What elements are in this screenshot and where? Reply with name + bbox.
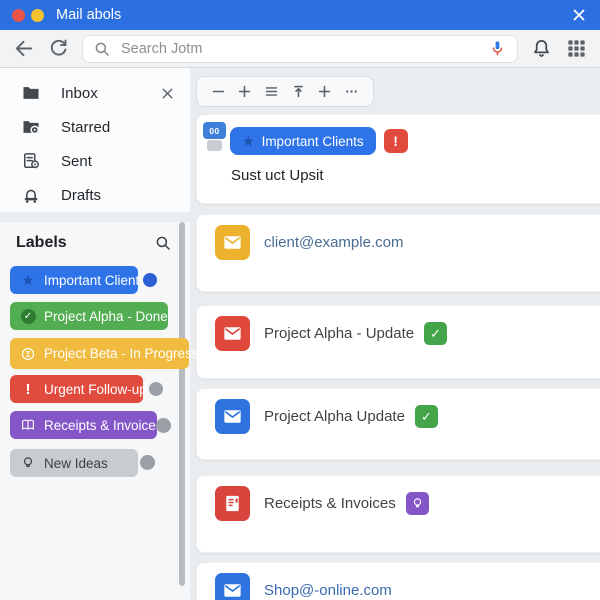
move-to-top-icon[interactable] [290, 83, 307, 100]
content-area: Inbox Starred [0, 68, 600, 600]
window-control-minimize-dot[interactable] [31, 9, 44, 22]
sidebar-item-label: Sent [61, 153, 176, 170]
browser-toolbar [0, 30, 600, 68]
mail-row-text: Receipts & Invoices [264, 486, 396, 521]
search-bar[interactable] [82, 35, 518, 63]
label-chip-important-clients[interactable]: ★ Important Clients [10, 266, 138, 294]
sidebar-item-label: Starred [61, 119, 176, 136]
microphone-icon[interactable] [488, 39, 507, 58]
sidebar-item-label: Inbox [61, 85, 159, 102]
drafts-icon [21, 185, 41, 205]
zoom-out-minus-icon[interactable] [210, 83, 227, 100]
label-chip-project-beta-in-progress[interactable]: Project Beta - In Progress [10, 338, 189, 369]
mail-row[interactable]: Project Alpha - Update ✓ [196, 305, 600, 379]
mail-row-text: Project Alpha - Update [264, 316, 414, 351]
idea-bulb-badge[interactable] [406, 492, 429, 515]
labels-panel: Labels ★ Important Clients ✓ Project Alp… [0, 222, 190, 600]
search-input[interactable] [119, 40, 480, 58]
mail-row[interactable]: Shop@-online.com [196, 562, 600, 600]
folders-panel: Inbox Starred [0, 68, 190, 212]
star-icon: ★ [242, 134, 255, 148]
urgent-alert-badge[interactable]: ! [384, 129, 408, 153]
mail-row[interactable]: client@example.com [196, 214, 600, 292]
in-progress-icon [20, 346, 36, 362]
labels-search-icon[interactable] [154, 234, 172, 252]
list-view-icon[interactable] [263, 83, 280, 100]
label-dot-gray[interactable] [140, 455, 155, 470]
labels-heading: Labels [16, 234, 67, 252]
envelope-icon [215, 573, 250, 600]
sticker-badge[interactable]: 00 [203, 122, 226, 139]
search-icon [93, 40, 111, 58]
mail-row[interactable]: Receipts & Invoices [196, 475, 600, 553]
label-chip-text: Urgent Follow-up [44, 382, 147, 397]
mail-label-chip-important-clients[interactable]: ★ Important Clients [230, 127, 376, 155]
label-dot-gray[interactable] [149, 382, 163, 396]
mail-label-chip-text: Important Clients [262, 134, 364, 149]
mail-row-text: Project Alpha Update [264, 399, 405, 434]
mail-list: 00 ★ Important Clients ! Sust uct Upsit … [190, 68, 600, 600]
star-icon: ★ [20, 272, 36, 288]
envelope-icon [215, 316, 250, 351]
folder-icon [21, 83, 41, 103]
label-dot-gray[interactable] [156, 418, 171, 433]
mail-card-featured[interactable]: 00 ★ Important Clients ! Sust uct Upsit [196, 114, 600, 204]
sidebar-item-label: Drafts [61, 187, 176, 204]
reload-icon[interactable] [47, 37, 70, 60]
mail-app-window: Mail abols [0, 0, 600, 600]
mail-subject: Sust uct Upsit [231, 167, 324, 184]
label-chip-new-ideas[interactable]: New Ideas [10, 449, 138, 477]
window-control-close-dot[interactable] [12, 9, 25, 22]
exclamation-icon: ! [20, 381, 36, 397]
label-dot-blue[interactable] [143, 273, 157, 287]
sidebar: Inbox Starred [0, 68, 190, 600]
sticker-shadow [207, 140, 222, 151]
sidebar-item-drafts[interactable]: Drafts [0, 178, 190, 212]
label-chip-urgent-follow-up[interactable]: ! Urgent Follow-up [10, 375, 143, 403]
sidebar-scrollbar[interactable] [179, 222, 185, 586]
label-chip-text: Important Clients [44, 273, 146, 288]
notifications-bell-icon[interactable] [530, 37, 553, 60]
more-options-icon[interactable] [343, 83, 360, 100]
starred-folder-icon [21, 117, 41, 137]
label-chip-text: Project Beta - In Progress [44, 346, 199, 361]
label-chip-receipts-invoices[interactable]: Receipts & Invoices [10, 411, 157, 439]
done-check-badge[interactable]: ✓ [415, 405, 438, 428]
sent-document-icon [21, 151, 41, 171]
mail-row-text: Shop@-online.com [264, 573, 392, 600]
window-title: Mail abols [56, 7, 570, 23]
done-check-badge[interactable]: ✓ [424, 322, 447, 345]
label-chip-text: New Ideas [44, 456, 108, 471]
apps-grid-icon[interactable] [565, 37, 588, 60]
close-icon[interactable] [570, 6, 588, 24]
label-chip-text: Receipts & Invoices [44, 418, 163, 433]
mail-row[interactable]: Project Alpha Update ✓ [196, 388, 600, 460]
back-icon[interactable] [12, 37, 35, 60]
envelope-icon [215, 399, 250, 434]
receipt-icon [215, 486, 250, 521]
list-toolbar [196, 76, 374, 107]
sidebar-item-starred[interactable]: Starred [0, 110, 190, 144]
envelope-icon [215, 225, 250, 260]
book-icon [20, 417, 36, 433]
sidebar-item-inbox[interactable]: Inbox [0, 76, 190, 110]
add-plus-icon[interactable] [316, 83, 333, 100]
close-inbox-icon[interactable] [159, 85, 176, 102]
sidebar-item-sent[interactable]: Sent [0, 144, 190, 178]
titlebar: Mail abols [0, 0, 600, 30]
lightbulb-icon [20, 455, 36, 471]
zoom-in-plus-icon[interactable] [236, 83, 253, 100]
check-circle-icon: ✓ [21, 309, 36, 324]
mail-row-text: client@example.com [264, 225, 403, 260]
label-chip-project-alpha-done[interactable]: ✓ Project Alpha - Done [10, 302, 168, 330]
label-chip-text: Project Alpha - Done [44, 309, 168, 324]
